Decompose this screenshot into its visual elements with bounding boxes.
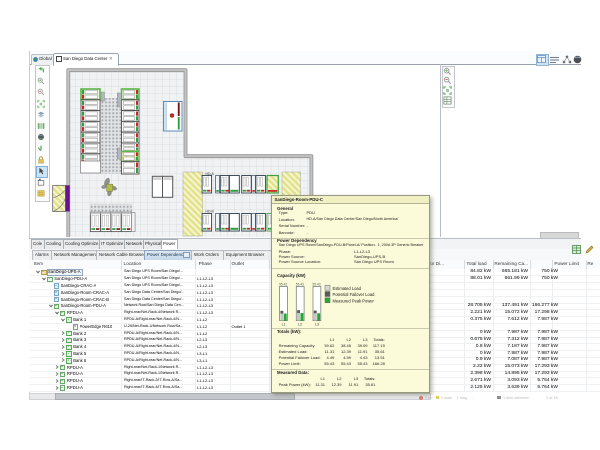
svg-text:Measured Peak Power: Measured Peak Power (333, 298, 375, 303)
svg-text:55.43: 55.43 (279, 283, 287, 287)
svg-text:HD-B: HD-B (206, 210, 215, 214)
svg-text:L1: L1 (282, 323, 286, 327)
svg-text:Potential Failover Load: Potential Failover Load (333, 292, 376, 297)
svg-text:L2: L2 (298, 323, 302, 327)
svg-text:55.43: 55.43 (296, 283, 304, 287)
svg-text:L3: L3 (315, 323, 319, 327)
svg-text:55.43: 55.43 (313, 283, 321, 287)
svg-text:Estimated Load: Estimated Load (333, 286, 362, 291)
